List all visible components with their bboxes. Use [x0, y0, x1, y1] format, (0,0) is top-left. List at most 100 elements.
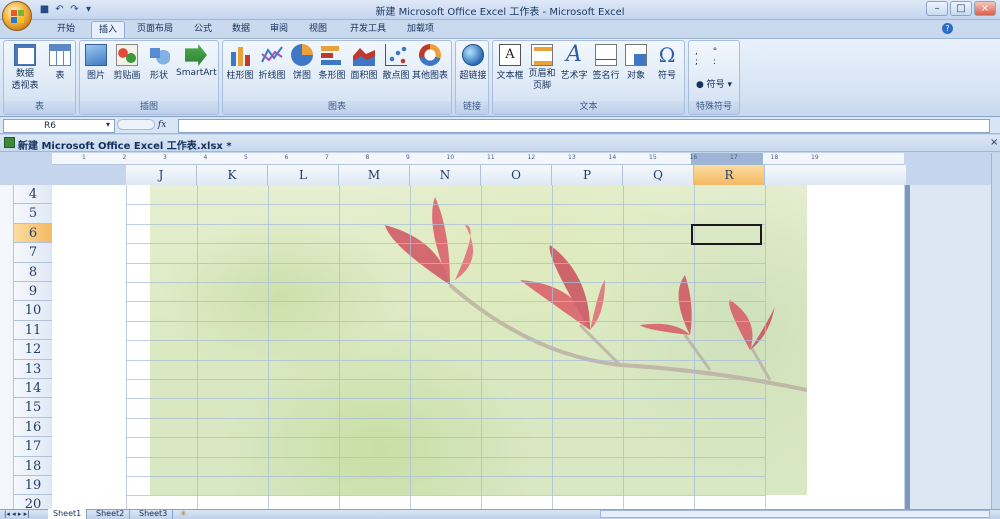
- symbol-dropdown-button[interactable]: ● 符号 ▾: [695, 77, 733, 90]
- row-header-9[interactable]: 9: [14, 282, 52, 302]
- tab-insert[interactable]: 插入: [91, 21, 126, 38]
- insert-sheet-icon[interactable]: ✳: [180, 509, 187, 519]
- shapes-button[interactable]: 形状: [146, 44, 172, 81]
- textbox-button[interactable]: A 文本框: [495, 44, 525, 81]
- sheet-tab-2[interactable]: Sheet2: [91, 509, 131, 519]
- column-header-p[interactable]: P: [552, 165, 623, 185]
- row-header-11[interactable]: 11: [14, 321, 52, 341]
- column-header-l[interactable]: L: [268, 165, 339, 185]
- row-header-12[interactable]: 12: [14, 340, 52, 360]
- ruler-number: 10: [446, 154, 455, 161]
- scatter-chart-button[interactable]: 散点图: [381, 44, 411, 81]
- scatter-chart-icon: [385, 44, 407, 66]
- cell-grid[interactable]: [126, 185, 906, 516]
- row-header-5[interactable]: 5: [14, 204, 52, 224]
- tab-developer[interactable]: 开发工具: [343, 21, 393, 38]
- sheet-nav-arrows-icon[interactable]: |◂ ◂ ▸ ▸|: [4, 509, 29, 519]
- header-footer-button[interactable]: 页眉和 页脚: [527, 44, 557, 92]
- group-charts: 柱形图 折线图 饼图 条形图 面积图 散点图 其他图表 图表: [222, 40, 452, 115]
- fx-button[interactable]: fx: [117, 119, 175, 133]
- vertical-scrollbar[interactable]: [991, 153, 1000, 513]
- signature-line-button[interactable]: 签名行: [591, 44, 621, 81]
- pivot-table-button[interactable]: 数据 透视表: [8, 44, 42, 92]
- row-header-7[interactable]: 7: [14, 243, 52, 263]
- punctuation-icons[interactable]: , °; :: [695, 47, 723, 67]
- column-header-j[interactable]: J: [126, 165, 197, 185]
- grid-column-line: [410, 185, 411, 513]
- tab-formulas[interactable]: 公式: [187, 21, 219, 38]
- row-header-16[interactable]: 16: [14, 418, 52, 438]
- grid-row-line: [126, 340, 765, 342]
- hyperlink-icon: [462, 44, 484, 66]
- row-header-18[interactable]: 18: [14, 457, 52, 476]
- name-box-dropdown-icon[interactable]: ▾: [106, 120, 110, 129]
- ruler-number: 2: [122, 154, 127, 161]
- row-header-19[interactable]: 19: [14, 476, 52, 496]
- row-header-6[interactable]: 6: [14, 223, 52, 244]
- pie-chart-button[interactable]: 饼图: [289, 44, 315, 81]
- help-icon[interactable]: ?: [942, 23, 953, 34]
- row-header-4[interactable]: 4: [14, 185, 52, 205]
- row-header-17[interactable]: 17: [14, 437, 52, 457]
- clipart-icon: [116, 44, 138, 66]
- window-title: 新建 Microsoft Office Excel 工作表 - Microsof…: [375, 7, 625, 18]
- formula-input[interactable]: [178, 119, 990, 133]
- other-charts-button[interactable]: 其他图表: [411, 44, 449, 81]
- object-button[interactable]: 对象: [623, 44, 649, 81]
- tab-view[interactable]: 视图: [302, 21, 334, 38]
- group-label-text: 文本: [493, 101, 684, 114]
- column-header-r[interactable]: R: [694, 165, 765, 185]
- textbox-icon: A: [499, 44, 521, 66]
- row-header-14[interactable]: 14: [14, 379, 52, 399]
- column-header-n[interactable]: N: [410, 165, 481, 185]
- line-chart-icon: [261, 44, 283, 66]
- horizontal-scrollbar[interactable]: [600, 510, 990, 518]
- row-header-13[interactable]: 13: [14, 360, 52, 379]
- group-tables: 数据 透视表 表 表: [3, 40, 76, 115]
- column-header-m[interactable]: M: [339, 165, 410, 185]
- active-cell-selection[interactable]: [691, 224, 762, 245]
- ruler-number: 5: [244, 154, 248, 161]
- bar-chart-button[interactable]: 条形图: [317, 44, 347, 81]
- group-label-links: 链接: [456, 101, 488, 114]
- group-label-tables: 表: [4, 101, 75, 114]
- grid-column-line: [623, 185, 624, 513]
- row-header-10[interactable]: 10: [14, 301, 52, 321]
- wordart-icon: A: [566, 42, 582, 67]
- picture-button[interactable]: 图片: [84, 44, 108, 81]
- tab-addins[interactable]: 加载项: [400, 21, 441, 38]
- tab-page-layout[interactable]: 页面布局: [130, 21, 180, 38]
- office-button[interactable]: [2, 1, 32, 31]
- grid-column-line: [339, 185, 340, 513]
- sheet-tab-1[interactable]: Sheet1: [48, 509, 88, 519]
- clipart-button[interactable]: 剪贴画: [112, 44, 142, 81]
- grid-row-line: [126, 204, 765, 206]
- ruler-number: 13: [568, 154, 576, 161]
- column-header-k[interactable]: K: [197, 165, 268, 185]
- table-button[interactable]: 表: [46, 44, 74, 81]
- sheet-tab-3[interactable]: Sheet3: [134, 509, 174, 519]
- workbook-close-icon[interactable]: ×: [990, 137, 998, 148]
- row-header-8[interactable]: 8: [14, 263, 52, 282]
- close-button[interactable]: ×: [974, 1, 996, 16]
- smartart-button[interactable]: SmartArt: [176, 44, 217, 78]
- tab-data[interactable]: 数据: [225, 21, 257, 38]
- grid-row-line: [126, 243, 765, 245]
- line-chart-button[interactable]: 折线图: [257, 44, 287, 81]
- column-chart-button[interactable]: 柱形图: [225, 44, 255, 81]
- tab-review[interactable]: 审阅: [263, 21, 295, 38]
- column-header-o[interactable]: O: [481, 165, 552, 185]
- group-text: A 文本框 页眉和 页脚 A 艺术字 签名行 对象 Ω 符号 文本: [492, 40, 685, 115]
- tab-home[interactable]: 开始: [50, 21, 82, 38]
- hyperlink-button[interactable]: 超链接: [457, 44, 489, 81]
- name-box[interactable]: R6: [3, 119, 115, 133]
- row-header-column: 4 5 6 7 8 9 10 11 12 13 14 15 16 17 18 19 20: [14, 185, 52, 515]
- minimize-button[interactable]: –: [926, 1, 948, 16]
- wordart-button[interactable]: A 艺术字: [559, 42, 589, 82]
- grid-row-line: [126, 262, 765, 264]
- maximize-button[interactable]: □: [950, 1, 972, 16]
- symbol-button[interactable]: Ω 符号: [653, 44, 681, 81]
- column-header-q[interactable]: Q: [623, 165, 694, 185]
- area-chart-button[interactable]: 面积图: [349, 44, 379, 81]
- row-header-15[interactable]: 15: [14, 398, 52, 418]
